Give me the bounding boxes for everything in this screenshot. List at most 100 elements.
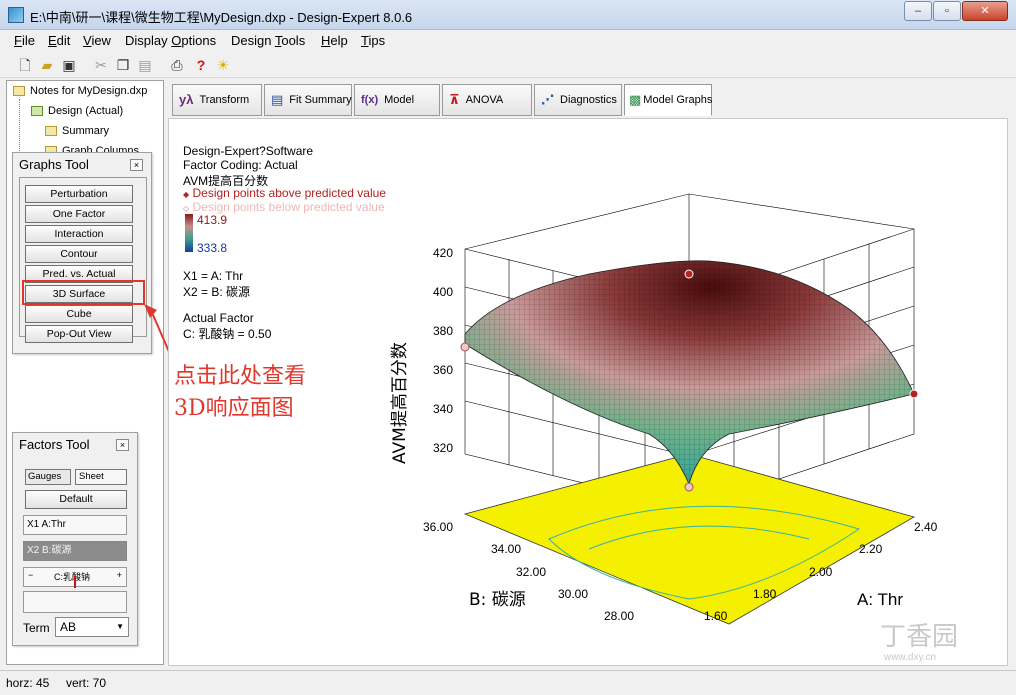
- z-tick: 400: [433, 285, 453, 299]
- graphs-tool-close-icon[interactable]: ×: [130, 159, 143, 171]
- z-tick: 320: [433, 441, 453, 455]
- anova-icon: ⊼: [449, 92, 460, 108]
- term-label: Term: [23, 621, 50, 635]
- tree-root-label: Notes for MyDesign.dxp: [30, 85, 148, 97]
- factors-tool-close-icon[interactable]: ×: [116, 439, 129, 451]
- menu-help-rest: elp: [330, 33, 348, 48]
- status-horz: horz: 45: [6, 676, 50, 690]
- interaction-button[interactable]: Interaction: [25, 225, 133, 243]
- save-icon[interactable]: ▣: [60, 56, 78, 74]
- menu-help[interactable]: Help: [321, 33, 348, 48]
- menu-tips[interactable]: Tips: [361, 33, 385, 48]
- app-icon: [8, 7, 24, 23]
- x-axis-label: A: Thr: [857, 590, 903, 609]
- default-button[interactable]: Default: [25, 490, 127, 509]
- tab-transform-label: Transform: [199, 94, 250, 106]
- tab-fit-summary[interactable]: ▤ Fit Summary: [264, 84, 352, 116]
- window-title: E:\中南\研一\课程\微生物工程\MyDesign.dxp - Design-…: [30, 10, 413, 25]
- menu-file[interactable]: File: [14, 33, 35, 48]
- menu-display-options[interactable]: Display Options: [125, 33, 216, 48]
- graphs-tool-title: Graphs Tool: [19, 157, 89, 172]
- annotation-line-1: 点击此处查看: [174, 364, 307, 389]
- tree-summary-label: Summary: [62, 125, 110, 137]
- menu-edit-key: E: [48, 33, 57, 48]
- one-factor-button[interactable]: One Factor: [25, 205, 133, 223]
- factor-value-field[interactable]: [23, 591, 127, 613]
- tab-transform[interactable]: yλ Transform: [172, 84, 262, 116]
- status-bar: horz: 45 vert: 70: [0, 670, 1016, 695]
- z-tick: 340: [433, 402, 453, 416]
- x-tick: 1.80: [753, 587, 777, 601]
- menu-edit[interactable]: Edit: [48, 33, 70, 48]
- slider-minus[interactable]: −: [28, 570, 33, 580]
- gauges-label: Gauges: [28, 471, 62, 482]
- z-tick: 380: [433, 324, 453, 338]
- factor-x1-row[interactable]: X1 A:Thr: [23, 515, 127, 535]
- factor-c-slider[interactable]: − C:乳酸钠 +: [23, 567, 127, 588]
- x1-code: X1: [27, 519, 40, 530]
- tab-diagnostics-label: Diagnostics: [560, 94, 617, 106]
- menu-help-key: H: [321, 33, 331, 48]
- analysis-tabs: yλ Transform ▤ Fit Summary f(x) Model ⊼ ANOV…: [168, 84, 1008, 118]
- folder-icon: [13, 86, 25, 97]
- perturbation-button[interactable]: Perturbation: [25, 185, 133, 203]
- y-tick: 36.00: [423, 520, 453, 534]
- maximize-button[interactable]: ▫: [933, 1, 961, 21]
- tree-connector: [19, 99, 20, 155]
- tab-model-label: Model: [384, 94, 415, 106]
- tree-design-label: Design (Actual): [48, 105, 124, 117]
- print-icon[interactable]: ⎙: [168, 56, 186, 74]
- menu-view[interactable]: View: [83, 33, 111, 48]
- x2-code: X2: [27, 545, 40, 556]
- tip-bulb-icon[interactable]: ☀: [214, 56, 232, 74]
- annotation-line-2: 3D响应面图: [174, 396, 294, 421]
- graph-area: Design-Expert?Software Factor Coding: Ac…: [168, 118, 1008, 666]
- copy-icon[interactable]: ❐: [114, 56, 132, 74]
- menu-design-rest2: ools: [281, 33, 306, 48]
- slider-thumb[interactable]: [74, 576, 76, 588]
- cube-button[interactable]: Cube: [25, 305, 133, 323]
- minimize-button[interactable]: –: [904, 1, 932, 21]
- model-graphs-icon: ▩: [629, 92, 642, 108]
- diagnostics-icon: ⋰: [541, 92, 554, 108]
- term-select[interactable]: AB ▼: [55, 617, 129, 637]
- contour-button[interactable]: Contour: [25, 245, 133, 263]
- tab-fit-summary-label: Fit Summary: [289, 94, 352, 106]
- y-axis-label: B: 碳源: [469, 590, 526, 610]
- new-file-icon[interactable]: 🗋: [16, 56, 34, 74]
- toolbar: 🗋 ▰ ▣ ✂ ❐ ▤ ⎙ ? ☀: [0, 52, 1016, 78]
- help-icon[interactable]: ?: [192, 56, 210, 74]
- cut-icon[interactable]: ✂: [92, 56, 110, 74]
- sheet-toggle[interactable]: Sheet: [75, 469, 127, 485]
- summary-icon: [45, 126, 57, 137]
- y-tick: 30.00: [558, 587, 588, 601]
- menu-design-tools[interactable]: Design Tools: [231, 33, 305, 48]
- point-below-2: [684, 482, 694, 492]
- term-select-value: AB: [60, 620, 77, 634]
- paste-icon[interactable]: ▤: [136, 56, 154, 74]
- model-icon: f(x): [361, 94, 379, 107]
- slider-c-label: C:乳酸钠: [54, 572, 91, 582]
- menu-edit-rest: dit: [56, 33, 71, 48]
- tree-summary[interactable]: Summary: [45, 125, 109, 137]
- tab-model[interactable]: f(x) Model: [354, 84, 440, 116]
- menu-file-rest: ile: [21, 33, 35, 48]
- fit-summary-icon: ▤: [271, 92, 284, 108]
- x-tick: 2.20: [859, 542, 883, 556]
- tab-anova[interactable]: ⊼ ANOVA: [442, 84, 532, 116]
- transform-icon: yλ: [179, 92, 194, 108]
- tab-model-graphs[interactable]: ▩ Model Graphs: [624, 84, 712, 116]
- tree-design[interactable]: Design (Actual): [31, 105, 123, 117]
- z-axis-ticks: 420 400 380 360 340 320: [433, 246, 453, 455]
- factors-tool-panel: Factors Tool × Gauges Sheet Default X1 A…: [12, 432, 138, 646]
- pop-out-view-button[interactable]: Pop-Out View: [25, 325, 133, 343]
- title-bar: E:\中南\研一\课程\微生物工程\MyDesign.dxp - Design-…: [0, 0, 1016, 30]
- point-above-2: [909, 389, 919, 399]
- tab-diagnostics[interactable]: ⋰ Diagnostics: [534, 84, 622, 116]
- slider-plus[interactable]: +: [117, 570, 122, 580]
- open-folder-icon[interactable]: ▰: [38, 56, 56, 74]
- gauges-toggle[interactable]: Gauges: [25, 469, 71, 485]
- tree-root[interactable]: Notes for MyDesign.dxp: [13, 85, 147, 97]
- close-button[interactable]: ✕: [962, 1, 1008, 21]
- factor-x2-row[interactable]: X2 B:碳源: [23, 541, 127, 561]
